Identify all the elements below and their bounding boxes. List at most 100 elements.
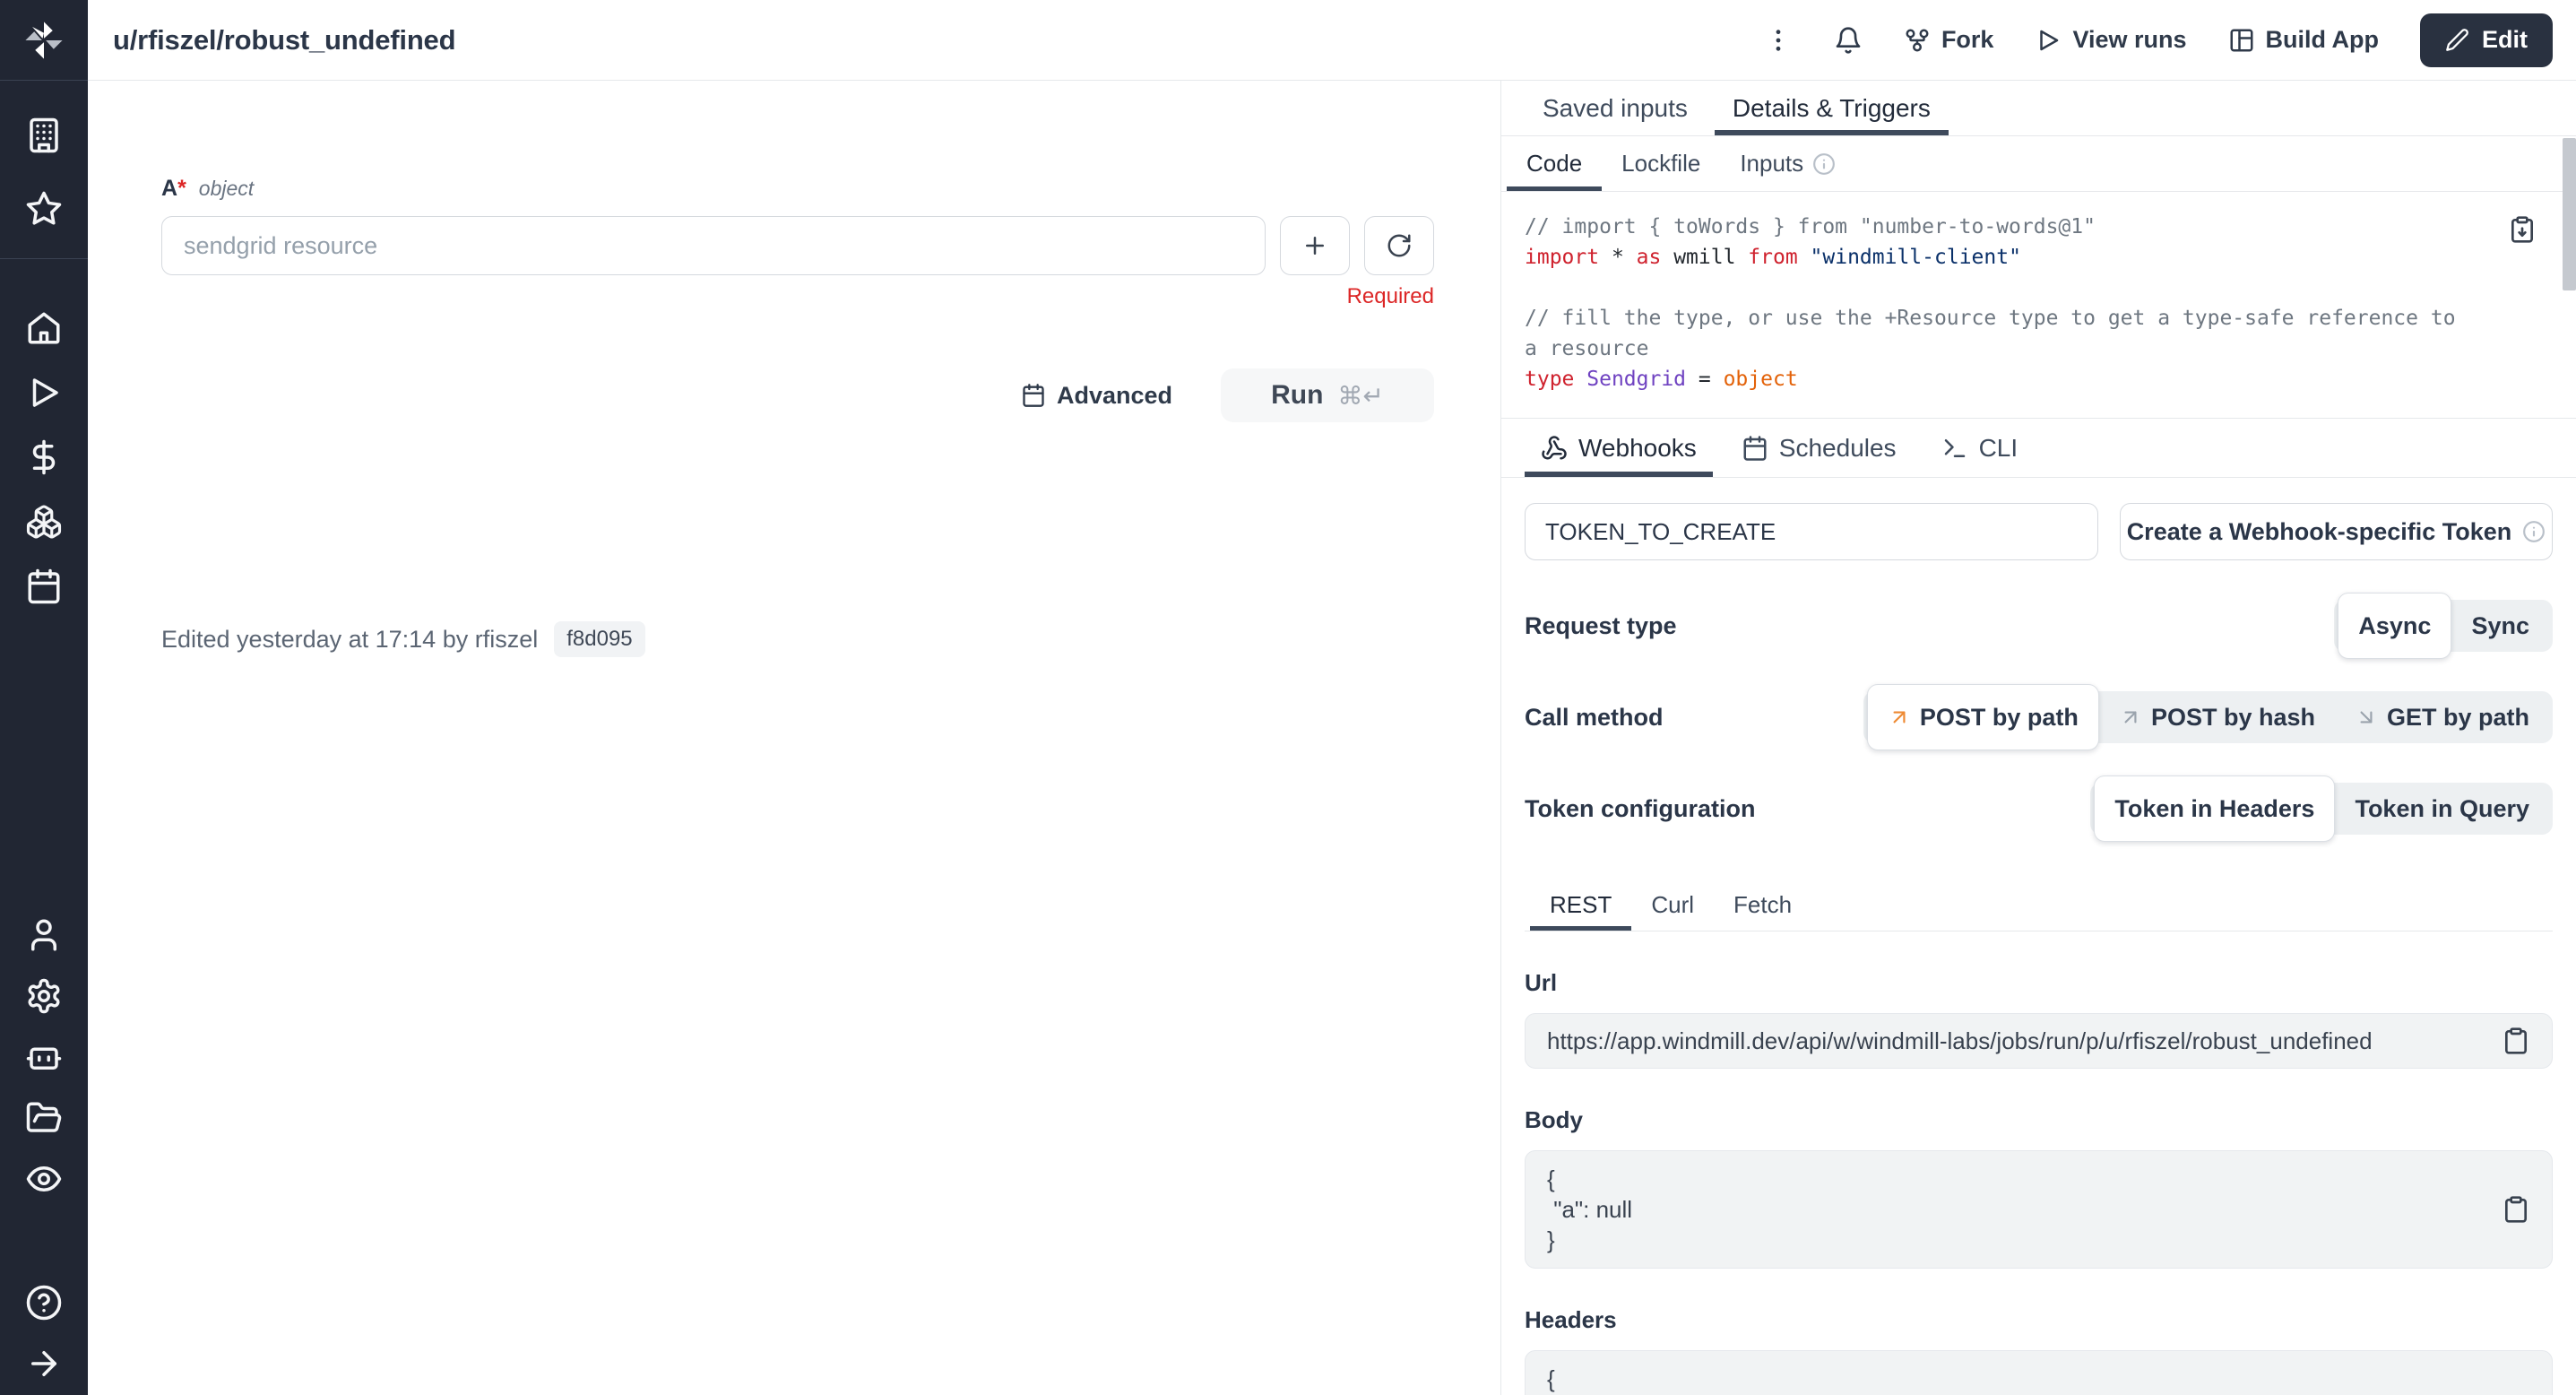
refresh-button[interactable] bbox=[1364, 216, 1434, 275]
clipboard-copy-icon bbox=[2508, 215, 2537, 244]
edited-info: Edited yesterday at 17:14 by rfiszel bbox=[161, 626, 538, 654]
sidebar-item-users[interactable] bbox=[25, 916, 63, 954]
panel-scrollbar[interactable] bbox=[2563, 138, 2576, 290]
create-webhook-token-button[interactable]: Create a Webhook-specific Token bbox=[2120, 503, 2553, 560]
add-resource-button[interactable] bbox=[1280, 216, 1350, 275]
run-button-label: Run bbox=[1271, 380, 1323, 411]
call-method-toggle: POST by path POST by hash GET by path bbox=[1863, 691, 2553, 743]
request-type-async[interactable]: Async bbox=[2338, 593, 2451, 659]
fork-button[interactable]: Fork bbox=[1904, 26, 1994, 54]
token-configuration-toggle: Token in Headers Token in Query bbox=[2090, 783, 2553, 835]
notifications-button[interactable] bbox=[1834, 26, 1863, 55]
more-menu-button[interactable] bbox=[1764, 26, 1793, 55]
token-in-query[interactable]: Token in Query bbox=[2335, 783, 2549, 835]
request-type-sync[interactable]: Sync bbox=[2451, 600, 2549, 652]
url-label: Url bbox=[1525, 969, 2553, 997]
sidebar-item-workspace[interactable] bbox=[25, 117, 63, 154]
sidebar-item-folders[interactable] bbox=[25, 1099, 63, 1137]
sidebar-item-runs[interactable] bbox=[25, 374, 63, 412]
info-circle-icon bbox=[1812, 152, 1836, 176]
copy-code-button[interactable] bbox=[2508, 215, 2537, 244]
calendar-icon bbox=[25, 568, 63, 605]
advanced-button-label: Advanced bbox=[1057, 382, 1172, 410]
page-title: u/rfiszel/robust_undefined bbox=[113, 24, 455, 56]
view-runs-button-label: View runs bbox=[2072, 26, 2186, 54]
tab-code[interactable]: Code bbox=[1507, 136, 1602, 191]
tab-cli[interactable]: CLI bbox=[1925, 419, 2035, 477]
tab-schedules-label: Schedules bbox=[1779, 434, 1897, 463]
sidebar-item-audit-logs[interactable] bbox=[25, 1160, 63, 1198]
url-field: https://app.windmill.dev/api/w/windmill-… bbox=[1525, 1013, 2553, 1069]
code-tabs: Code Lockfile Inputs bbox=[1501, 136, 2576, 192]
sidebar-item-schedules[interactable] bbox=[25, 568, 63, 605]
layout-grid-icon bbox=[2228, 27, 2255, 54]
token-configuration-label: Token configuration bbox=[1525, 795, 1756, 823]
argument-type: object bbox=[199, 177, 254, 201]
build-app-button[interactable]: Build App bbox=[2228, 26, 2379, 54]
token-configuration-row: Token configuration Token in Headers Tok… bbox=[1525, 783, 2553, 835]
clipboard-icon bbox=[2502, 1195, 2530, 1224]
sidebar-item-resources[interactable] bbox=[25, 503, 63, 541]
edit-button-label: Edit bbox=[2482, 26, 2528, 54]
view-runs-button[interactable]: View runs bbox=[2035, 26, 2186, 54]
git-fork-icon bbox=[1904, 27, 1931, 54]
run-shortcut: ⌘↵ bbox=[1337, 381, 1383, 411]
request-type-label: Request type bbox=[1525, 612, 1677, 640]
tab-lockfile[interactable]: Lockfile bbox=[1602, 136, 1720, 191]
body-label: Body bbox=[1525, 1106, 2553, 1134]
sidebar bbox=[0, 0, 88, 1395]
body-value: { "a": null } bbox=[1547, 1164, 2502, 1255]
sidebar-item-variables[interactable] bbox=[25, 438, 63, 476]
windmill-logo[interactable] bbox=[0, 0, 88, 81]
sidebar-item-settings[interactable] bbox=[25, 977, 63, 1015]
kebab-menu-icon bbox=[1764, 26, 1793, 55]
call-method-post-by-path[interactable]: POST by path bbox=[1867, 684, 2099, 750]
play-icon bbox=[25, 374, 63, 412]
info-icon bbox=[2522, 520, 2546, 543]
copy-body-button[interactable] bbox=[2502, 1195, 2530, 1224]
sidebar-item-home[interactable] bbox=[25, 309, 63, 347]
tab-rest[interactable]: REST bbox=[1530, 879, 1631, 931]
version-hash-badge: f8d095 bbox=[554, 621, 644, 657]
call-method-post-by-hash[interactable]: POST by hash bbox=[2099, 691, 2335, 743]
headers-value: { "Content-Type": "application/json", "A… bbox=[1547, 1364, 2502, 1395]
call-method-get-by-path-label: GET by path bbox=[2387, 704, 2529, 732]
run-button[interactable]: Run ⌘↵ bbox=[1221, 368, 1434, 422]
tab-webhooks[interactable]: Webhooks bbox=[1525, 419, 1713, 477]
tab-details-triggers[interactable]: Details & Triggers bbox=[1715, 81, 1949, 135]
sidebar-item-workers[interactable] bbox=[25, 1038, 63, 1076]
plus-icon bbox=[1301, 232, 1328, 259]
terminal-icon bbox=[1941, 435, 1968, 462]
copy-url-button[interactable] bbox=[2502, 1027, 2530, 1055]
call-method-label: Call method bbox=[1525, 704, 1664, 732]
headers-field: { "Content-Type": "application/json", "A… bbox=[1525, 1350, 2553, 1395]
details-panel: Saved inputs Details & Triggers Code Loc… bbox=[1500, 81, 2576, 1395]
sidebar-expand-button[interactable] bbox=[25, 1345, 63, 1382]
build-app-button-label: Build App bbox=[2266, 26, 2379, 54]
info-icon bbox=[1812, 152, 1836, 176]
advanced-button[interactable]: Advanced bbox=[1021, 382, 1172, 410]
token-input[interactable] bbox=[1525, 503, 2098, 560]
webhooks-panel: Create a Webhook-specific Token Request … bbox=[1501, 478, 2576, 1395]
tab-schedules[interactable]: Schedules bbox=[1725, 419, 1913, 477]
webhook-icon bbox=[1541, 435, 1568, 462]
snippet-tabs: REST Curl Fetch bbox=[1525, 879, 2553, 931]
run-form-panel: A * object Required bbox=[88, 81, 1500, 1395]
call-method-post-by-hash-label: POST by hash bbox=[2151, 704, 2315, 732]
call-method-get-by-path[interactable]: GET by path bbox=[2335, 691, 2549, 743]
edit-button[interactable]: Edit bbox=[2420, 13, 2553, 67]
arrow-right-icon bbox=[25, 1345, 63, 1382]
token-in-headers[interactable]: Token in Headers bbox=[2094, 775, 2335, 842]
call-method-post-by-path-label: POST by path bbox=[1920, 704, 2079, 732]
argument-label: A * object bbox=[161, 176, 1434, 202]
tab-saved-inputs[interactable]: Saved inputs bbox=[1525, 81, 1706, 135]
tab-inputs[interactable]: Inputs bbox=[1720, 136, 1855, 191]
tab-fetch[interactable]: Fetch bbox=[1714, 879, 1811, 931]
sidebar-item-favorites[interactable] bbox=[25, 190, 63, 228]
sidebar-item-help[interactable] bbox=[25, 1284, 63, 1321]
eye-icon bbox=[25, 1160, 63, 1198]
gear-icon bbox=[25, 977, 63, 1015]
argument-input[interactable] bbox=[161, 216, 1266, 275]
code-preview: // import { toWords } from "number-to-wo… bbox=[1501, 192, 2576, 419]
tab-curl[interactable]: Curl bbox=[1631, 879, 1714, 931]
